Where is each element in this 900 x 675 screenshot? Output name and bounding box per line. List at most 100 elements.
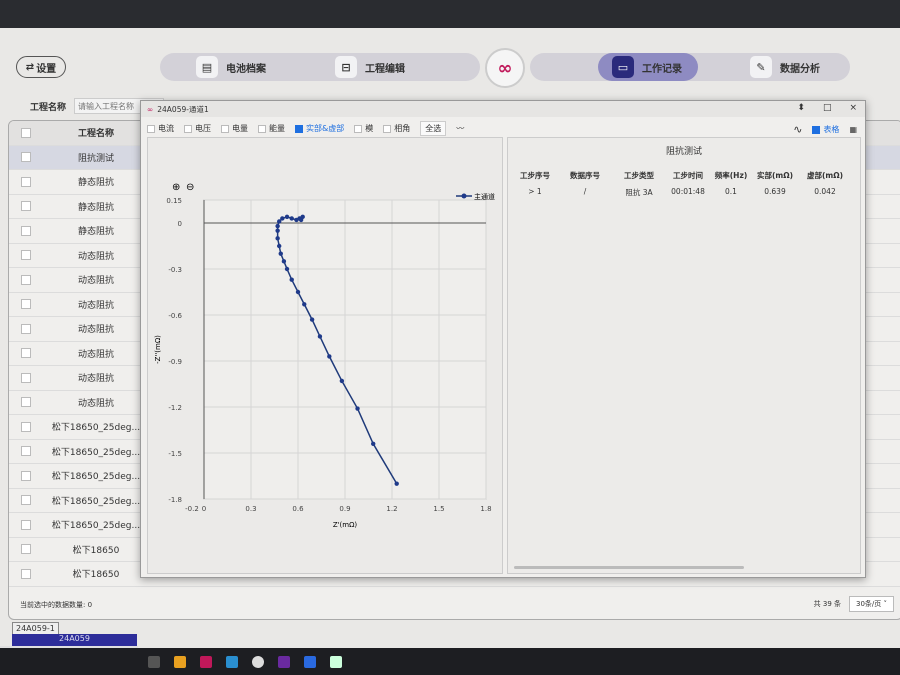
calendar-icon[interactable]: ▦ — [849, 125, 857, 134]
row-checkbox[interactable] — [21, 176, 31, 187]
y-tick-label: -1.8 — [168, 496, 182, 504]
row-checkbox[interactable] — [21, 446, 31, 457]
row-checkbox[interactable] — [21, 397, 31, 408]
nav-item-battery-archive[interactable]: ▤ 电池档案 — [196, 53, 266, 81]
inbox-icon: ⊟ — [335, 56, 357, 78]
app3-icon[interactable] — [278, 655, 290, 668]
data-point — [284, 214, 290, 220]
y-tick-label: -0.6 — [168, 312, 182, 320]
column-header: 工步序号 — [520, 171, 550, 180]
row-checkbox[interactable] — [21, 274, 31, 285]
app4-icon[interactable] — [330, 655, 342, 668]
data-point — [278, 251, 283, 256]
select-all-button[interactable]: 全选 — [420, 121, 447, 136]
nav-item-work-record[interactable]: ▭ 工作记录 — [612, 53, 682, 81]
column-header: 数据序号 — [570, 171, 600, 180]
legend-marker — [461, 193, 467, 199]
row-checkbox[interactable] — [21, 201, 31, 212]
y-tick-label: -1.2 — [168, 404, 182, 412]
close-button[interactable]: × — [849, 103, 857, 113]
table-cell[interactable]: 00:01:48 — [666, 184, 710, 201]
option-checkbox[interactable]: 相角 — [383, 123, 410, 134]
tab-24a059[interactable]: 24A059 — [12, 634, 137, 646]
data-point — [317, 334, 323, 339]
row-checkbox[interactable] — [21, 470, 31, 481]
row-checkbox[interactable] — [21, 544, 31, 555]
option-checkbox[interactable]: 实部&虚部 — [295, 123, 344, 134]
row-checkbox[interactable] — [21, 372, 31, 383]
table-cell[interactable]: > 1 — [512, 184, 558, 201]
x-tick-label: 1.2 — [386, 505, 397, 513]
option-checkbox[interactable]: 电量 — [221, 123, 248, 134]
app-icon[interactable] — [200, 655, 212, 668]
table-cell[interactable]: / — [558, 184, 612, 201]
project-name-label: 工程名称 — [30, 102, 67, 113]
row-checkbox[interactable] — [21, 495, 31, 506]
table-cell[interactable]: 0.1 — [710, 184, 752, 201]
data-point — [289, 277, 294, 282]
data-point — [309, 317, 315, 322]
table-cell[interactable]: 0.639 — [752, 184, 798, 201]
word-icon[interactable] — [304, 655, 316, 668]
file-explorer-icon[interactable] — [174, 655, 186, 668]
row-checkbox[interactable] — [21, 250, 31, 261]
channel-dialog: ∞ 24A059-通道1 ⬍ □ × 电流 电压 电量 能量 实部&虚部模相角 全选〰 ∿ 表格 ▦… — [140, 100, 866, 578]
app2-icon[interactable] — [226, 655, 238, 668]
table-cell[interactable]: 阻抗 3A — [612, 184, 666, 201]
tab-24a059-1[interactable]: 24A059-1 — [12, 622, 59, 634]
option-checkbox[interactable]: 电流 — [147, 123, 174, 134]
data-point — [394, 481, 399, 486]
y-tick-label: -0.9 — [168, 358, 182, 366]
settings-button[interactable]: ⇄ 设置 — [16, 56, 66, 78]
edit-icon: ✎ — [750, 56, 772, 78]
maximize-button[interactable]: □ — [823, 103, 832, 113]
x-tick-label: -0.2 — [185, 505, 199, 513]
data-point — [289, 216, 294, 221]
pin-icon[interactable]: ⬍ — [797, 103, 805, 113]
x-tick-label: 0.3 — [245, 505, 256, 513]
table-toggle[interactable]: 表格 — [812, 124, 839, 135]
option-checkbox[interactable]: 模 — [354, 123, 373, 134]
pagination: 共 39 条 30条/页 ˅ — [814, 596, 894, 612]
row-checkbox[interactable] — [21, 519, 31, 530]
row-checkbox[interactable] — [21, 568, 31, 579]
task-view-icon[interactable] — [148, 655, 160, 668]
x-tick-label: 0.6 — [292, 505, 304, 513]
data-point — [280, 216, 285, 221]
data-point — [275, 228, 280, 233]
row-checkbox[interactable] — [21, 348, 31, 359]
x-tick-label: 0 — [202, 505, 206, 513]
legend-label: 主通道 — [474, 192, 495, 201]
row-checkbox[interactable] — [21, 299, 31, 310]
document-icon: ▤ — [196, 56, 218, 78]
app-logo: ∞ — [485, 48, 525, 88]
option-checkbox[interactable]: 电压 — [184, 123, 211, 134]
curve-icon[interactable]: 〰 — [456, 123, 464, 134]
row-checkbox[interactable] — [21, 421, 31, 432]
data-point — [327, 354, 332, 359]
row-checkbox[interactable] — [21, 225, 31, 236]
data-point — [302, 302, 307, 307]
nav-item-project-edit[interactable]: ⊟ 工程编辑 — [335, 53, 405, 81]
nav-item-data-analysis[interactable]: ✎ 数据分析 — [750, 53, 820, 81]
y-tick-label: 0 — [178, 220, 182, 228]
zoom-out-icon[interactable]: ⊖ — [186, 182, 194, 193]
dialog-titlebar: ∞ 24A059-通道1 — [141, 101, 865, 117]
zoom-in-icon[interactable]: ⊕ — [172, 182, 180, 193]
y-tick-label: 0.15 — [166, 197, 182, 205]
x-tick-label: 1.8 — [480, 505, 491, 513]
x-tick-label: 0.9 — [339, 505, 350, 513]
row-checkbox[interactable] — [21, 152, 31, 163]
data-point — [277, 243, 282, 249]
horizontal-scrollbar[interactable] — [514, 566, 744, 569]
page-size-select[interactable]: 30条/页 ˅ — [849, 596, 894, 612]
column-header: 工步类型 — [624, 171, 654, 180]
settings-taskbar-icon[interactable] — [252, 655, 264, 668]
waveform-icon[interactable]: ∿ — [793, 123, 802, 136]
select-all-checkbox[interactable] — [21, 127, 31, 138]
series-options: 电流 电压 电量 能量 实部&虚部模相角 全选〰 — [147, 121, 464, 136]
nyquist-chart: -0.2 0 0.3 0.6 0.9 1.2 1.5 1.8 0.15 0 -0.3 -0.6 -0.9… — [147, 137, 503, 574]
table-cell[interactable]: 0.042 — [798, 184, 852, 201]
option-checkbox[interactable]: 能量 — [258, 123, 285, 134]
row-checkbox[interactable] — [21, 323, 31, 334]
